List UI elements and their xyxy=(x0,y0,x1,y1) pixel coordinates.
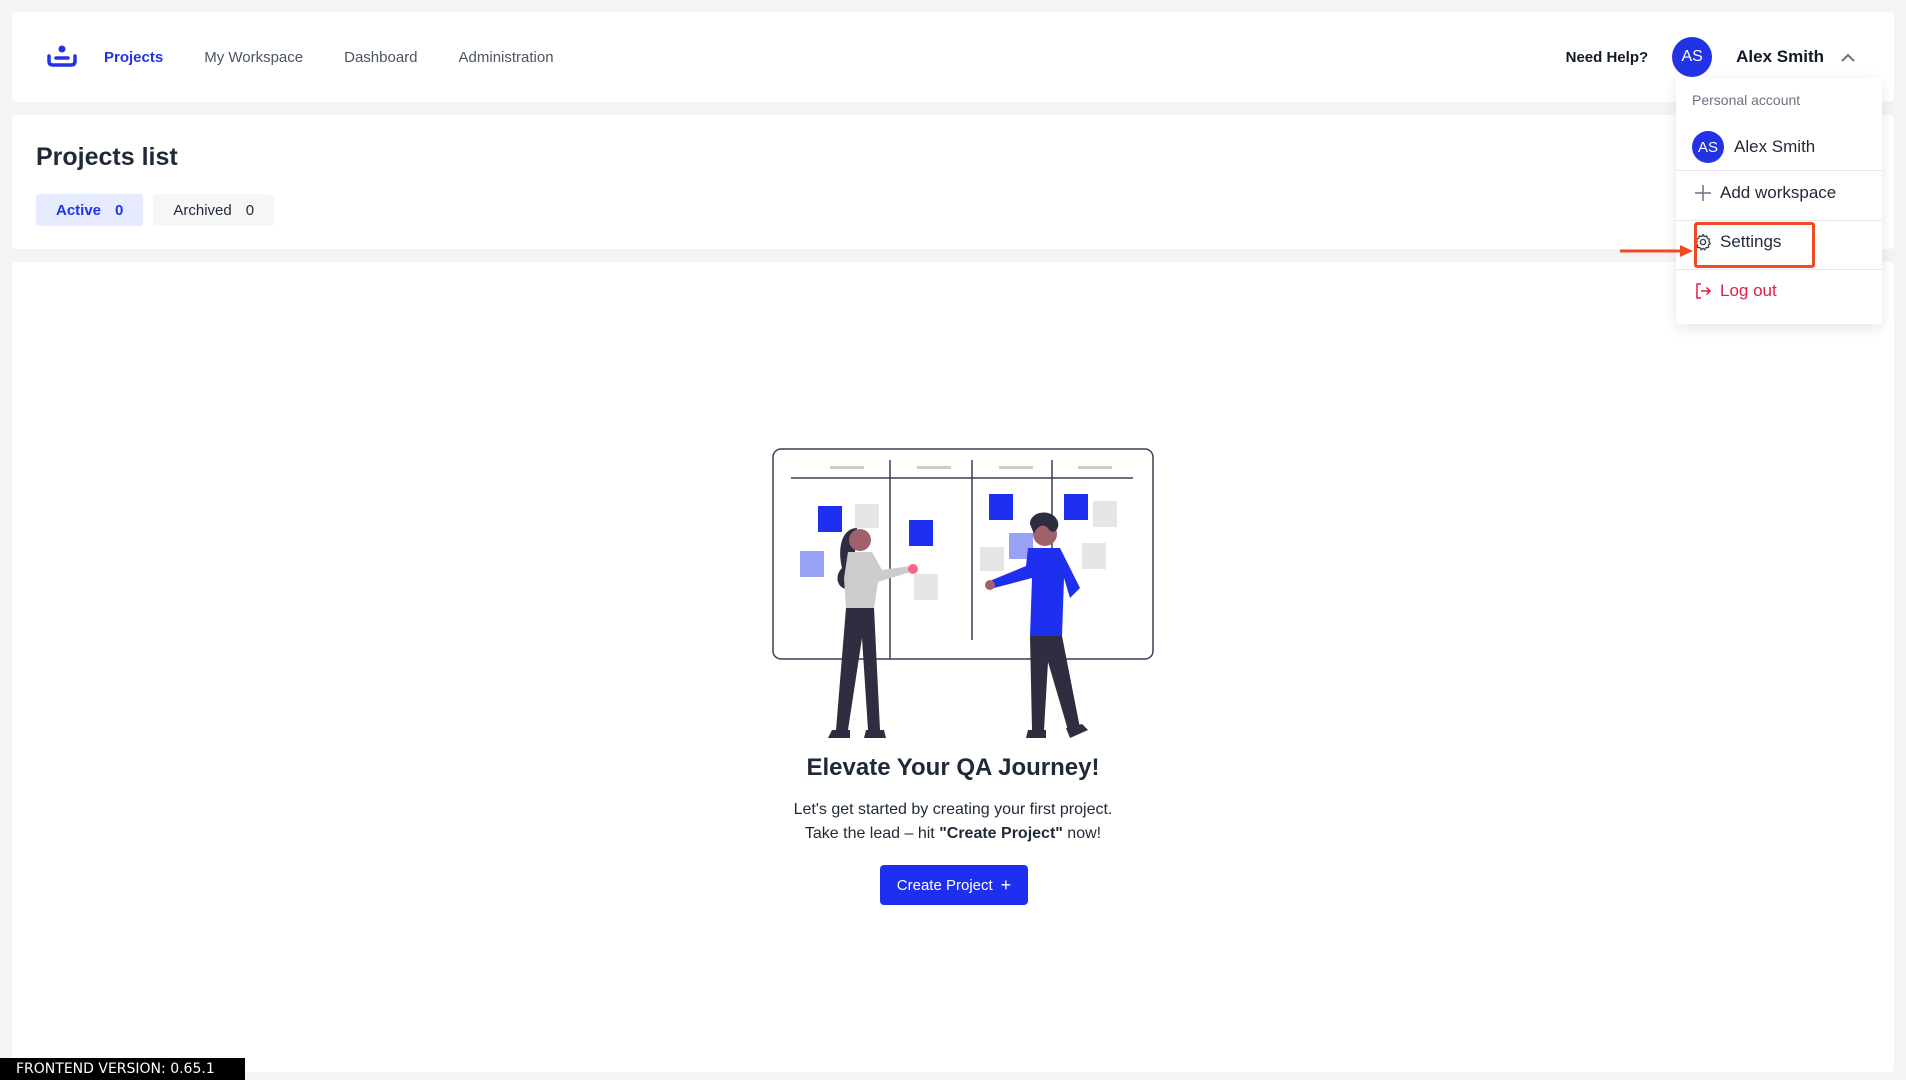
arrow-right-icon xyxy=(1620,245,1693,257)
cta-text-bold: "Create Project" xyxy=(939,825,1063,842)
divider xyxy=(1676,220,1882,221)
tab-active-count: 0 xyxy=(115,201,124,219)
top-navigation-bar: Projects My Workspace Dashboard Administ… xyxy=(12,12,1894,102)
create-project-label: Create Project xyxy=(896,876,993,894)
avatar: AS xyxy=(1692,131,1724,163)
dropdown-user-item[interactable]: AS Alex Smith xyxy=(1692,131,1815,163)
tab-archived[interactable]: Archived 0 xyxy=(153,194,275,226)
page-title: Projects list xyxy=(36,143,178,171)
app-logo-icon[interactable] xyxy=(42,37,82,77)
nav-item-dashboard[interactable]: Dashboard xyxy=(344,49,417,66)
divider xyxy=(1676,170,1882,171)
logout-item[interactable]: Log out xyxy=(1692,280,1777,302)
add-workspace-label: Add workspace xyxy=(1720,183,1837,202)
divider xyxy=(1676,269,1882,270)
tab-archived-count: 0 xyxy=(245,201,255,219)
dropdown-user-name: Alex Smith xyxy=(1734,137,1816,156)
personal-account-label: Personal account xyxy=(1692,92,1801,108)
settings-highlight-box xyxy=(1694,222,1815,268)
user-dropdown-menu: Personal account AS Alex Smith Add works… xyxy=(1676,78,1882,324)
kanban-board-illustration xyxy=(772,448,1154,738)
create-project-button[interactable]: Create Project + xyxy=(880,865,1028,905)
cta-text-suffix: now! xyxy=(1062,825,1102,842)
tab-active-label: Active xyxy=(56,201,102,219)
need-help-link[interactable]: Need Help? xyxy=(1566,49,1649,66)
nav-item-my-workspace[interactable]: My Workspace xyxy=(204,49,303,66)
project-tabs: Active 0 Archived 0 xyxy=(36,194,284,226)
tab-active[interactable]: Active 0 xyxy=(36,194,144,226)
plus-icon: + xyxy=(1000,875,1012,895)
frontend-version-label: FRONTEND VERSION: 0.65.1 xyxy=(0,1058,245,1080)
chevron-up-icon[interactable] xyxy=(1838,47,1858,67)
projects-header-card: Projects list Active 0 Archived 0 xyxy=(12,115,1894,249)
empty-state-card: Elevate Your QA Journey! Let's get start… xyxy=(12,262,1894,1072)
add-workspace-item[interactable]: Add workspace xyxy=(1692,182,1836,204)
nav-item-administration[interactable]: Administration xyxy=(459,49,554,66)
empty-state-cta-text: Take the lead – hit "Create Project" now… xyxy=(12,825,1894,843)
cta-text-prefix: Take the lead – hit xyxy=(804,825,940,842)
empty-state-description: Let's get started by creating your first… xyxy=(793,801,1113,818)
tab-archived-label: Archived xyxy=(173,201,232,219)
empty-state-title: Elevate Your QA Journey! xyxy=(806,754,1100,781)
plus-icon xyxy=(1692,182,1714,204)
logout-icon xyxy=(1692,280,1714,302)
avatar[interactable]: AS xyxy=(1672,37,1713,77)
main-nav: Projects My Workspace Dashboard Administ… xyxy=(104,12,595,102)
nav-item-projects[interactable]: Projects xyxy=(104,49,163,66)
logout-label: Log out xyxy=(1720,281,1777,300)
user-menu-name[interactable]: Alex Smith xyxy=(1736,47,1824,67)
